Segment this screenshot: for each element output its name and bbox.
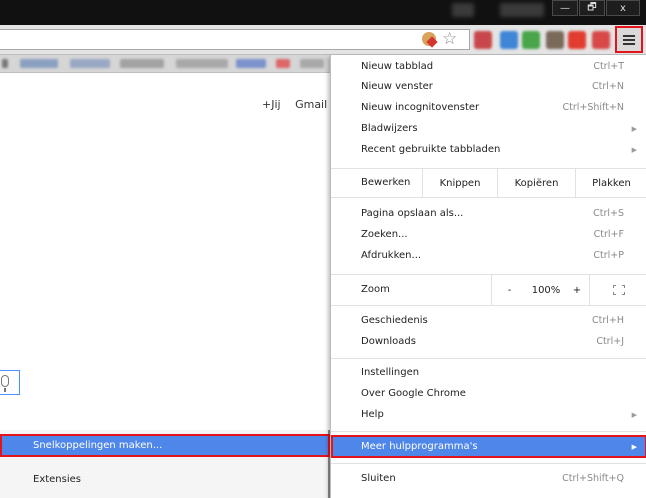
zoom-label: Zoom [361,284,390,295]
bookmark-item[interactable] [276,59,290,68]
menu-item-label: Help [361,409,384,420]
menu-item-downloads[interactable]: Downloads Ctrl+J [331,331,646,352]
submenu-arrow-icon: ▶ [631,145,637,154]
blurred-title-element [500,3,544,17]
menu-divider [331,197,646,198]
menu-item-label: Sluiten [361,473,396,484]
edit-label: Bewerken [361,177,411,188]
menu-item-label: Nieuw tabblad [361,61,434,72]
minimize-button[interactable]: — [552,0,578,16]
fullscreen-icon [612,285,625,295]
menu-item-shortcut: Ctrl+P [593,250,624,261]
menu-divider [331,431,646,432]
search-box[interactable] [0,370,20,395]
submenu-item-create-shortcuts[interactable]: Snelkoppelingen maken... [0,434,330,457]
menu-item-label: Over Google Chrome [361,388,466,399]
browser-toolbar: ☆ [0,25,646,55]
extension-icon[interactable] [422,32,436,46]
copy-button[interactable]: Kopiëren [497,169,575,197]
plus-you-link[interactable]: +Jij [262,98,281,111]
menu-item-shortcut: Ctrl+N [592,81,624,92]
bookmark-item[interactable] [70,59,110,68]
extension-icon[interactable] [592,31,610,49]
menu-item-about-chrome[interactable]: Over Google Chrome [331,383,646,404]
submenu-arrow-icon: ▶ [631,442,637,451]
submenu-item-extensions[interactable]: Extensies [33,474,81,485]
fullscreen-button[interactable] [589,275,646,305]
menu-item-shortcut: Ctrl+Shift+N [562,102,624,113]
menu-item-history[interactable]: Geschiedenis Ctrl+H [331,310,646,331]
bookmark-item[interactable] [120,59,164,68]
menu-item-shortcut: Ctrl+Shift+Q [562,473,624,484]
extension-icon[interactable] [500,31,518,49]
chrome-main-menu: Nieuw tabblad Ctrl+T Nieuw venster Ctrl+… [330,55,646,498]
menu-divider [331,358,646,359]
extension-icon[interactable] [568,31,586,49]
zoom-level: 100% [531,284,561,296]
extension-icon[interactable] [474,31,492,49]
menu-item-label: Afdrukken... [361,250,422,261]
menu-item-label: Pagina opslaan als... [361,208,464,219]
menu-item-label: Zoeken... [361,229,408,240]
extension-icon[interactable] [546,31,564,49]
menu-item-more-tools[interactable]: Meer hulpprogramma's ▶ [331,435,646,458]
window-controls: — 🗗 x [551,0,640,16]
close-button[interactable]: x [606,0,640,16]
submenu-arrow-icon: ▶ [631,410,637,419]
menu-item-shortcut: Ctrl+T [593,61,624,72]
extension-icon[interactable] [522,31,540,49]
gmail-link[interactable]: Gmail [295,98,327,111]
blurred-title-element [452,3,474,17]
menu-item-save-page[interactable]: Pagina opslaan als... Ctrl+S [331,203,646,224]
bookmark-item[interactable] [176,59,228,68]
menu-item-label: Bladwijzers [361,123,418,134]
address-bar[interactable]: ☆ [0,29,470,50]
zoom-out-button[interactable]: - [491,275,527,305]
bookmark-star-icon[interactable]: ☆ [442,29,457,49]
menu-item-new-tab[interactable]: Nieuw tabblad Ctrl+T [331,56,646,77]
menu-item-label: Instellingen [361,367,420,378]
menu-item-label: Downloads [361,336,416,347]
restore-button[interactable]: 🗗 [579,0,605,16]
bookmark-item[interactable] [236,59,266,68]
bookmarks-bar [0,55,330,73]
bookmark-item[interactable] [20,59,58,68]
menu-item-label: Nieuw venster [361,81,433,92]
bookmark-item[interactable] [300,59,324,68]
menu-item-label: Nieuw incognitovenster [361,102,480,113]
menu-item-bookmarks[interactable]: Bladwijzers ▶ [331,118,646,139]
zoom-in-button[interactable]: + [565,275,589,305]
menu-item-help[interactable]: Help ▶ [331,404,646,425]
menu-item-label: Geschiedenis [361,315,428,326]
hamburger-menu-icon [623,34,635,37]
edit-row: Bewerken Knippen Kopiëren Plakken [331,169,646,197]
window-titlebar: — 🗗 x [0,0,646,25]
bookmark-item[interactable] [2,59,8,68]
menu-item-shortcut: Ctrl+J [596,336,624,347]
zoom-row: Zoom - 100% + [331,275,646,305]
menu-divider [331,305,646,306]
menu-item-recent-tabs[interactable]: Recent gebruikte tabbladen ▶ [331,139,646,160]
hamburger-menu-icon [623,42,635,45]
submenu-arrow-icon: ▶ [631,124,637,133]
menu-divider [331,463,646,464]
paste-button[interactable]: Plakken [575,169,646,197]
hamburger-menu-icon [623,38,635,41]
cut-button[interactable]: Knippen [422,169,497,197]
menu-item-quit[interactable]: Sluiten Ctrl+Shift+Q [331,468,646,489]
menu-item-shortcut: Ctrl+H [591,315,624,326]
menu-item-shortcut: Ctrl+S [593,208,624,219]
menu-item-settings[interactable]: Instellingen [331,362,646,383]
menu-item-shortcut: Ctrl+F [593,229,624,240]
menu-item-new-incognito-window[interactable]: Nieuw incognitovenster Ctrl+Shift+N [331,97,646,118]
menu-item-label: Meer hulpprogramma's [361,441,478,452]
chrome-menu-button[interactable] [615,26,643,53]
google-top-links: +Jij Gmail [262,98,338,111]
microphone-icon[interactable] [1,375,9,392]
menu-item-new-window[interactable]: Nieuw venster Ctrl+N [331,76,646,97]
menu-item-print[interactable]: Afdrukken... Ctrl+P [331,245,646,266]
menu-item-label: Recent gebruikte tabbladen [361,144,501,155]
menu-item-find[interactable]: Zoeken... Ctrl+F [331,224,646,245]
